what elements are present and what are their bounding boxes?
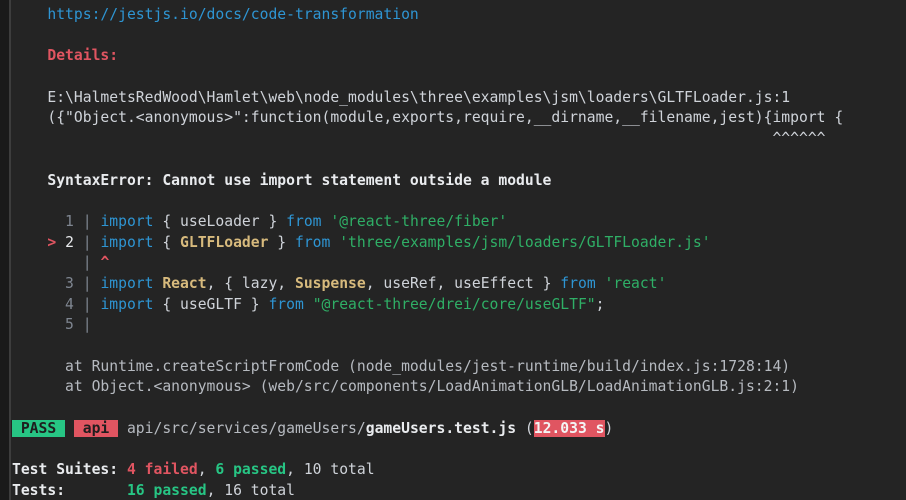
text-token: | [73,233,101,251]
syntax-error-message: SyntaxError: Cannot use import statement… [12,171,843,192]
stack-trace-line: at Runtime.createScriptFromCode (node_mo… [12,357,843,378]
test-result-line: PASS api api/src/services/gameUsers/game… [12,419,843,440]
tests-passed-count: 16 passed [126,481,207,499]
details-heading: Details: [12,46,843,67]
text-token: import [100,274,154,292]
text-token: ({"Object.<anonymous>":function(module,e… [12,109,844,127]
text-token: from [286,212,322,230]
code-frame-marker-line: | ^ [12,253,843,274]
pass-badge: PASS [12,419,66,437]
text-token: , { lazy, [206,274,295,292]
text-token: , [197,461,216,479]
text-token: } [268,233,295,251]
text-token: at Object.<anonymous> (web/src/component… [12,378,799,396]
test-file-name: gameUsers.test.js [365,419,517,437]
text-token: ( [516,419,534,437]
code-frame-line-3: 3 | import React, { lazy, Suspense, useR… [12,274,843,295]
stack-trace-line: at Object.<anonymous> (web/src/component… [12,377,843,398]
docs-link[interactable]: https://jestjs.io/docs/code-transformati… [47,6,418,23]
text-token: '@react-three/fiber' [330,212,508,230]
details-label: Details: [47,47,119,65]
suites-failed-count: 4 failed [126,461,198,479]
text-token: { useLoader } [153,212,287,230]
text-token: import [100,233,154,251]
error-file-path: E:\HalmetsRedWood\Hamlet\web\node_module… [12,88,843,109]
tests-label: Tests: [12,481,127,499]
text-token: 4 | [12,295,101,313]
text-token: from [560,274,596,292]
text-token: at Runtime.createScriptFromCode (node_mo… [12,357,791,375]
text-token: React [162,274,207,292]
text-token: ^ [100,254,110,272]
text-token: { [153,233,181,251]
text-token: ) [604,419,614,437]
text-token: import [100,295,154,313]
text-token: { useGLTF } [153,295,269,313]
text-token: from [268,295,304,313]
text-token: 'react' [604,274,667,292]
test-file-dir: api/src/services/gameUsers/ [126,419,366,437]
text-token: Suspense [295,274,366,292]
text-token: , useRef, useEffect } [365,274,561,292]
url-line: https://jestjs.io/docs/code-transformati… [12,5,843,26]
text-token: ^^^^^^ [12,130,826,148]
suites-total-count: , 10 total [286,461,375,479]
text-token: 'three/examples/jsm/loaders/GLTFLoader.j… [339,233,711,251]
text-token: 1 | [12,212,101,230]
terminal-panel: https://jestjs.io/docs/code-transformati… [0,0,906,500]
text-token: SyntaxError: Cannot use import statement… [47,171,552,189]
error-source-line: ({"Object.<anonymous>":function(module,e… [12,108,843,129]
project-badge: api [73,419,119,437]
suites-passed-count: 6 passed [215,461,287,479]
tests-total-count: , 16 total [206,481,295,499]
code-frame-line-1: 1 | import { useLoader } from '@react-th… [12,212,843,233]
tests-summary: Tests: 16 passed, 16 total [12,481,843,500]
panel-left-border [0,0,11,500]
text-token: GLTFLoader [180,233,269,251]
text-token: "@react-three/drei/core/useGLTF" [312,295,596,313]
text-token: 3 | [12,274,101,292]
text-token: E:\HalmetsRedWood\Hamlet\web\node_module… [12,88,791,106]
code-frame-line-4: 4 | import { useGLTF } from "@react-thre… [12,295,843,316]
test-suites-summary: Test Suites: 4 failed, 6 passed, 10 tota… [12,460,843,481]
code-frame-line-2: > 2 | import { GLTFLoader } from 'three/… [12,233,843,254]
text-token: from [295,233,331,251]
text-token: import [100,212,154,230]
text-token: ; [595,295,605,313]
slow-time-badge: 12.033 s [533,419,605,437]
test-suites-label: Test Suites: [12,461,127,479]
text-token: | [82,254,92,272]
terminal-output: https://jestjs.io/docs/code-transformati… [12,5,843,500]
code-frame-line-5: 5 | [12,315,843,336]
text-token: 5 | [12,316,92,334]
caret-marker-line: ^^^^^^ [12,129,843,150]
text-token: 2 [65,233,74,251]
text-token: > [47,233,66,251]
